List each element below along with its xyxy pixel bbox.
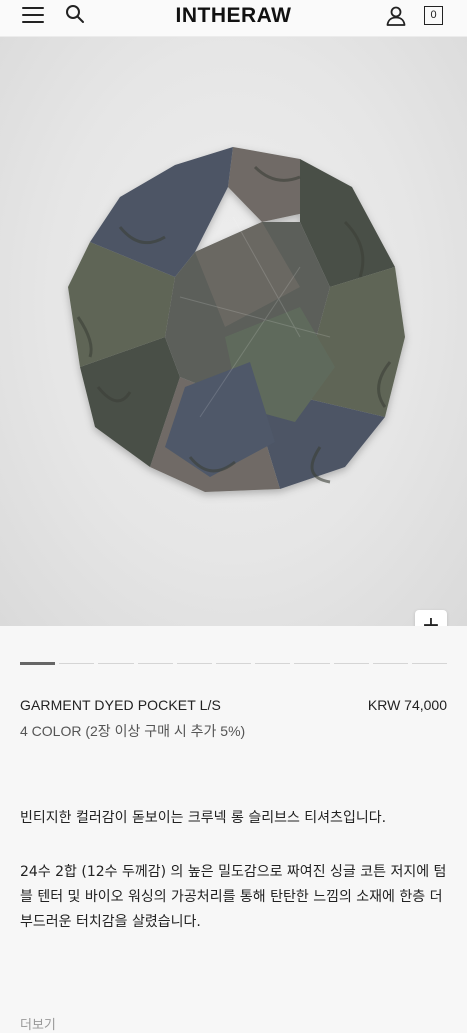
pagination-dot-3[interactable] — [98, 663, 134, 664]
user-icon[interactable] — [384, 4, 408, 28]
pagination-dot-8[interactable] — [294, 663, 330, 664]
gallery-pagination — [20, 662, 448, 666]
pagination-dot-6[interactable] — [215, 663, 252, 664]
top-header: INTHERAW 0 — [0, 0, 467, 37]
product-name: GARMENT DYED POCKET L/S — [20, 697, 221, 713]
pagination-dot-7[interactable] — [255, 663, 291, 664]
pagination-dot-11[interactable] — [411, 663, 448, 664]
pagination-dot-10[interactable] — [372, 663, 408, 664]
cart-icon[interactable]: 0 — [424, 6, 443, 25]
product-color-info: 4 COLOR (2장 이상 구매 시 추가 5%) — [20, 723, 246, 739]
shirt-arrangement-illustration — [68, 147, 405, 492]
zoom-button[interactable]: + — [415, 610, 447, 626]
pagination-dot-5[interactable] — [176, 663, 212, 664]
product-price: KRW 74,000 — [367, 697, 447, 713]
product-description-1: 빈티지한 컬러감이 돋보이는 크루넥 롱 슬리브스 티셔츠입니다. — [20, 810, 387, 826]
pagination-dot-2[interactable] — [59, 663, 95, 664]
product-image[interactable]: + — [0, 37, 467, 626]
product-description-2: 24수 2합 (12수 두께감) 의 높은 밀도감으로 짜여진 싱글 코튼 저지… — [20, 864, 447, 930]
pagination-dot-9[interactable] — [333, 663, 369, 664]
pagination-dot-4[interactable] — [137, 663, 173, 664]
pagination-dot-1[interactable] — [20, 662, 56, 665]
